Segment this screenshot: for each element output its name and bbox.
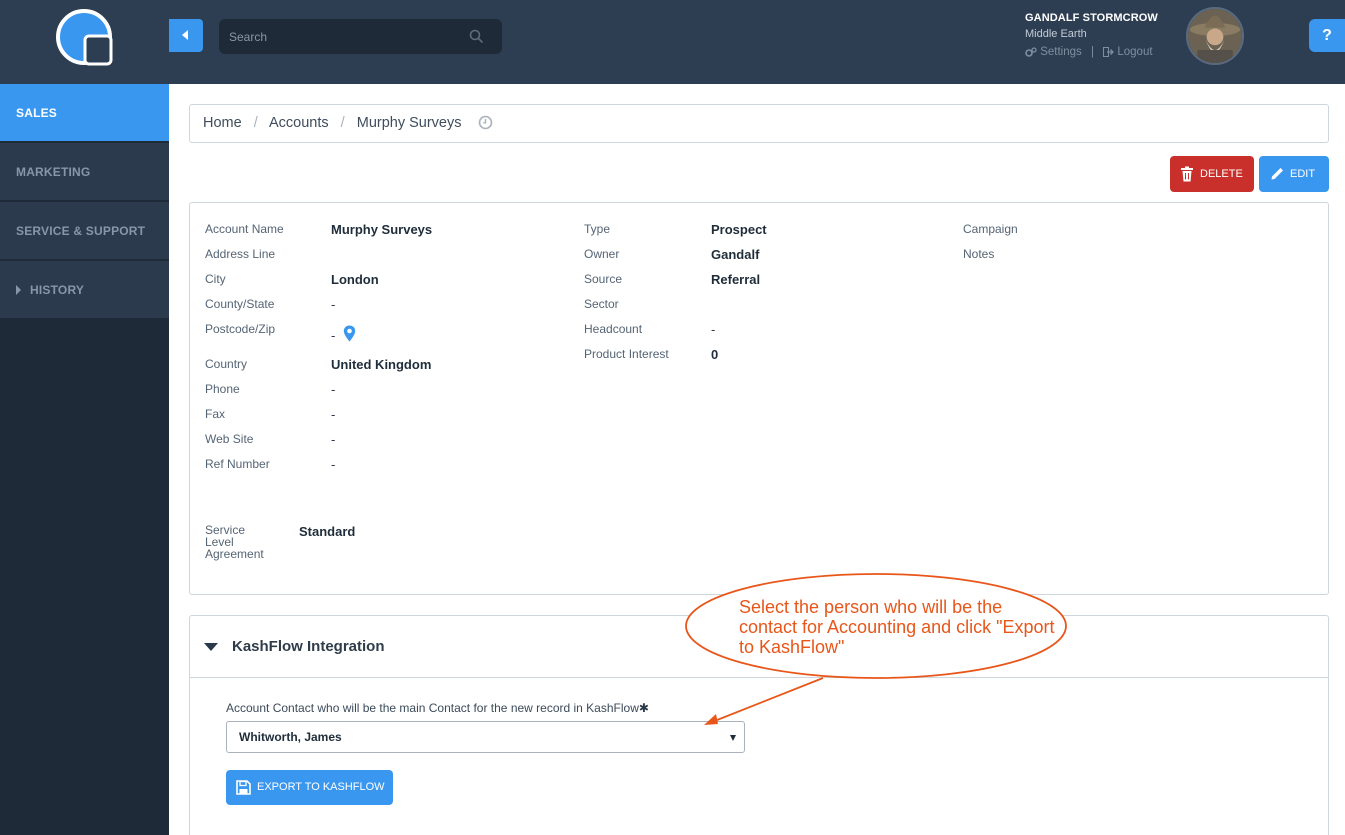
sidebar: SALES MARKETING SERVICE & SUPPORT HISTOR… [0,0,169,835]
sidebar-item-label: MARKETING [16,165,91,179]
logout-link[interactable]: Logout [1103,46,1153,58]
field-label: County/State [205,297,275,311]
map-pin-icon[interactable] [343,325,356,342]
field-label: Postcode/Zip [205,322,276,336]
app-logo-icon[interactable] [55,8,113,66]
field-label: Owner [584,247,620,261]
fax-value: - [331,407,336,422]
field-label: Source [584,272,623,286]
sidebar-item-label: SERVICE & SUPPORT [16,224,146,238]
field-label: Campaign [963,222,1018,236]
caret-right-icon [16,284,21,295]
settings-label: Settings [1040,46,1082,58]
save-icon [236,780,251,795]
export-label: EXPORT TO KASHFLOW [257,781,385,793]
sidebar-item-label: SALES [16,106,58,120]
breadcrumb-separator: / [253,115,258,131]
field-label: Headcount [584,322,643,336]
field-label: City [205,272,226,286]
field-label: Phone [205,382,240,396]
help-button[interactable]: ? [1309,19,1345,52]
user-links: Settings | Logout [1025,46,1185,58]
sidebar-item-marketing[interactable]: MARKETING [0,143,169,201]
search-box [219,19,502,54]
field-label: Type [584,222,611,236]
delete-label: DELETE [1200,168,1243,180]
collapse-caret-icon[interactable] [204,643,218,651]
sidebar-item-history[interactable]: HISTORY [0,261,169,319]
sidebar-item-service-support[interactable]: SERVICE & SUPPORT [0,202,169,260]
type-value: Prospect [711,222,767,237]
account-name-value: Murphy Surveys [331,222,433,237]
logo-area [0,0,169,84]
website-value: - [331,432,336,447]
breadcrumb: Home / Accounts / Murphy Surveys [189,104,1329,143]
required-asterisk-icon: ✱ [638,701,649,715]
headcount-value: - [711,322,716,337]
source-value: Referral [711,272,761,287]
links-separator: | [1090,46,1094,59]
avatar[interactable] [1186,7,1244,65]
field-label: Ref Number [205,457,270,471]
breadcrumb-current: Murphy Surveys [356,115,462,131]
sidebar-item-label: HISTORY [30,283,85,297]
dropdown-arrow-icon [730,735,736,741]
contact-label-text: Account Contact who will be the main Con… [226,701,639,715]
user-name: GANDALF STORMCROW [1025,12,1158,24]
pencil-icon [1271,168,1283,180]
sla-label: Service Level Agreement [205,523,264,561]
contact-field-label: Account Contact who will be the main Con… [226,701,649,715]
trash-icon [1181,166,1193,182]
callout-text: Select the person who will be the contac… [739,597,1055,657]
field-label: Sector [584,297,619,311]
export-to-kashflow-button[interactable]: EXPORT TO KASHFLOW [226,770,393,805]
logout-label: Logout [1117,46,1153,58]
field-label: Country [205,357,248,371]
delete-button[interactable]: DELETE [1170,156,1254,192]
sla-value: Standard [299,524,356,539]
gears-icon [1025,46,1037,57]
county-value: - [331,297,336,312]
kashflow-panel-title: KashFlow Integration [232,638,385,655]
field-label: Notes [963,247,995,261]
field-label: Address Line [205,247,276,261]
user-location: Middle Earth [1025,28,1087,40]
country-value: United Kingdom [331,357,432,372]
breadcrumb-home[interactable]: Home [203,115,242,131]
wizard-avatar-image [1188,9,1242,63]
ref-number-value: - [331,457,336,472]
field-label: Web Site [205,432,254,446]
contact-select[interactable]: Whitworth, James [226,721,745,753]
postcode-value: - [331,328,336,343]
contact-select-value: Whitworth, James [239,730,342,744]
edit-button[interactable]: EDIT [1259,156,1329,192]
edit-label: EDIT [1290,168,1316,180]
search-input[interactable] [229,19,464,54]
user-block: GANDALF STORMCROW Middle Earth Settings … [1025,12,1185,72]
product-interest-value: 0 [711,347,719,362]
field-label: Fax [205,407,226,421]
field-label: Account Name [205,222,284,236]
search-icon[interactable] [469,29,484,44]
breadcrumb-separator: / [340,115,345,131]
field-label: Product Interest [584,347,669,361]
sidebar-toggle-button[interactable] [169,19,203,52]
settings-link[interactable]: Settings [1025,46,1085,58]
clock-icon[interactable] [478,115,493,130]
sign-out-icon [1103,47,1115,57]
topbar: GANDALF STORMCROW Middle Earth Settings … [169,0,1345,84]
account-details-panel: Account Name Murphy Surveys Address Line… [189,202,1329,595]
sidebar-item-sales[interactable]: SALES [0,84,169,142]
breadcrumb-accounts[interactable]: Accounts [269,115,329,131]
owner-value: Gandalf [711,247,760,262]
phone-value: - [331,382,336,397]
city-value: London [331,272,379,287]
